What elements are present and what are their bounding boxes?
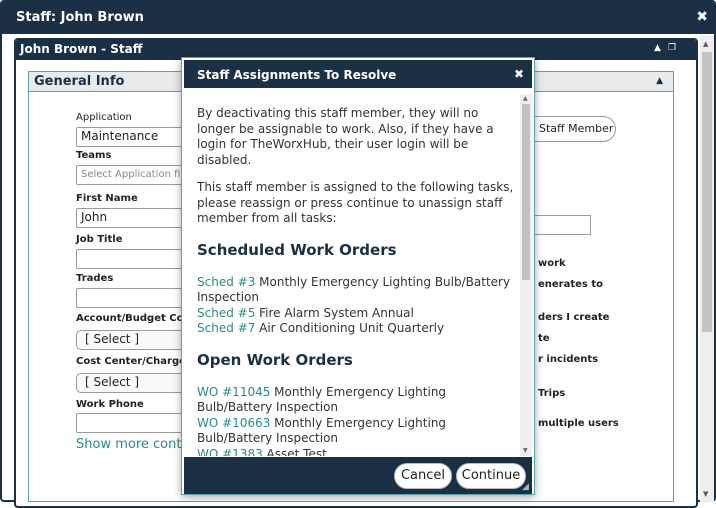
general-info-title: General Info: [34, 74, 125, 89]
right-label-5: r incidents: [538, 354, 599, 365]
wo-link[interactable]: WO #1383: [197, 447, 263, 457]
modal-title: Staff Assignments To Resolve: [197, 68, 397, 82]
modal-scrollbar-thumb[interactable]: [522, 104, 530, 280]
job-title-label: Job Title: [76, 234, 123, 245]
trades-label: Trades: [76, 273, 114, 284]
right-label-6: Trips: [538, 388, 566, 399]
right-label-3: ders I create: [538, 312, 610, 323]
teams-input[interactable]: Select Application first: [76, 165, 186, 185]
right-label-2: enerates to: [538, 279, 604, 290]
task-description: Fire Alarm System Annual: [255, 305, 414, 320]
cost-center-label: Cost Center/Charge Code: [76, 356, 181, 367]
teams-label: Teams: [76, 150, 112, 161]
resize-grip-icon[interactable]: ◢: [522, 482, 529, 492]
open-work-orders-heading: Open Work Orders: [197, 350, 353, 369]
sched-link[interactable]: Sched #5: [197, 306, 255, 320]
main-scrollbar-thumb[interactable]: [702, 52, 712, 332]
list-item: Sched #3 Monthly Emergency Lighting Bulb…: [197, 275, 515, 306]
scheduled-work-orders-heading: Scheduled Work Orders: [197, 240, 397, 259]
list-item: WO #11045 Monthly Emergency Lighting Bul…: [197, 385, 515, 416]
work-phone-field[interactable]: [76, 413, 186, 433]
first-name-label: First Name: [76, 193, 138, 204]
sched-link[interactable]: Sched #7: [197, 321, 255, 335]
sched-link[interactable]: Sched #3: [197, 275, 255, 289]
right-column-field[interactable]: [530, 215, 591, 235]
cancel-button[interactable]: Cancel: [394, 463, 452, 489]
close-icon[interactable]: ✖: [696, 9, 708, 25]
cost-center-select[interactable]: [ Select ]: [76, 373, 186, 393]
modal-intro-assigned: This staff member is assigned to the fol…: [197, 180, 514, 225]
scroll-up-icon[interactable]: ▲: [703, 40, 708, 48]
task-description: Asset Test: [262, 446, 327, 457]
trades-field[interactable]: [76, 288, 186, 308]
modal-footer: Cancel Continue: [184, 457, 532, 494]
modal-header: Staff Assignments To Resolve ✖: [184, 60, 532, 88]
right-label-7: multiple users: [538, 418, 619, 429]
list-item: WO #1383 Asset Test: [197, 447, 515, 457]
modal-body: By deactivating this staff member, they …: [197, 106, 515, 456]
modal-intro-deactivate: By deactivating this staff member, they …: [197, 106, 494, 167]
popout-icon[interactable]: ❐: [668, 43, 676, 53]
show-more-contact-link[interactable]: Show more contact info: [76, 437, 181, 452]
account-budget-code-select[interactable]: [ Select ]: [76, 330, 186, 350]
continue-button[interactable]: Continue: [456, 463, 526, 489]
application-select[interactable]: Maintenance: [76, 127, 186, 147]
task-description: Air Conditioning Unit Quarterly: [255, 321, 445, 335]
collapse-icon[interactable]: ▲: [656, 76, 663, 86]
wo-link[interactable]: WO #11045: [197, 385, 270, 399]
application-label: Application: [76, 112, 132, 123]
right-label-4: te: [538, 333, 550, 344]
job-title-field[interactable]: [76, 249, 186, 269]
list-item: Sched #5 Fire Alarm System Annual: [197, 306, 515, 322]
first-name-field[interactable]: John: [76, 208, 186, 228]
list-item: WO #10663 Monthly Emergency Lighting Bul…: [197, 416, 515, 447]
account-budget-code-label: Account/Budget Code: [76, 313, 181, 324]
staff-record-title: John Brown - Staff: [20, 42, 143, 56]
list-item: Sched #7 Air Conditioning Unit Quarterly: [197, 321, 515, 337]
scroll-up-icon[interactable]: ▲: [523, 95, 528, 102]
scroll-down-icon[interactable]: ▼: [523, 447, 528, 454]
wo-link[interactable]: WO #10663: [197, 416, 270, 430]
scroll-down-icon[interactable]: ▼: [703, 490, 708, 498]
staff-window-titlebar: Staff: John Brown ✖: [2, 2, 714, 34]
chevron-up-icon[interactable]: ▲: [654, 43, 661, 53]
close-icon[interactable]: ✖: [514, 67, 524, 81]
right-label-1: work: [538, 258, 566, 269]
staff-assignments-modal: Staff Assignments To Resolve ✖ By deacti…: [181, 57, 535, 495]
work-phone-label: Work Phone: [76, 399, 144, 410]
staff-window-title: Staff: John Brown: [16, 10, 144, 25]
